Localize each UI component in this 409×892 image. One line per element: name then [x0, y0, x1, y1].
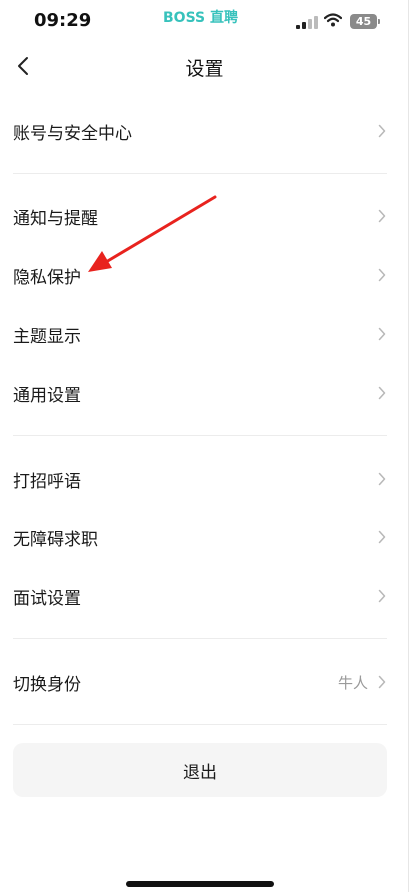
- row-label: 主题显示: [13, 326, 81, 347]
- nav-bar: 设置: [0, 44, 409, 88]
- current-identity-value: 牛人: [337, 673, 368, 692]
- page-title: 设置: [185, 58, 224, 80]
- home-indicator[interactable]: [126, 881, 274, 887]
- row-label: 无障碍求职: [13, 529, 98, 550]
- status-bar: 09:29 BOSS 直聘 45: [0, 0, 409, 44]
- status-time: 09:29: [34, 10, 92, 31]
- battery-icon: 45: [350, 14, 377, 29]
- chevron-right-icon: [378, 589, 386, 603]
- wifi-icon: [324, 13, 342, 27]
- row-label: 面试设置: [13, 588, 81, 609]
- chevron-right-icon: [378, 327, 386, 341]
- settings-row-theme[interactable]: 主题显示: [0, 305, 400, 363]
- settings-row-accessibility[interactable]: 无障碍求职: [0, 508, 400, 566]
- chevron-right-icon: [378, 530, 386, 544]
- section-divider: [13, 435, 387, 436]
- section-divider: [13, 173, 387, 174]
- settings-row-switch-identity[interactable]: 切换身份 牛人: [0, 653, 400, 711]
- section-divider: [13, 724, 387, 725]
- settings-row-greetings[interactable]: 打招呼语: [0, 450, 400, 508]
- row-label: 隐私保护: [13, 267, 81, 288]
- row-label: 切换身份: [13, 674, 81, 695]
- app-brand-label: BOSS 直聘: [163, 10, 238, 26]
- battery-tip: [378, 19, 380, 24]
- chevron-right-icon: [378, 124, 386, 138]
- section-divider: [13, 638, 387, 639]
- row-label: 通用设置: [13, 385, 81, 406]
- settings-row-interview[interactable]: 面试设置: [0, 567, 400, 625]
- chevron-right-icon: [378, 472, 386, 486]
- battery-level: 45: [355, 15, 372, 28]
- chevron-right-icon: [378, 386, 386, 400]
- settings-row-account-security[interactable]: 账号与安全中心: [0, 102, 400, 160]
- row-label: 通知与提醒: [13, 208, 98, 229]
- settings-row-notifications[interactable]: 通知与提醒: [0, 187, 400, 245]
- chevron-right-icon: [378, 675, 386, 689]
- chevron-right-icon: [378, 268, 386, 282]
- signal-icon: [296, 15, 318, 29]
- settings-row-privacy[interactable]: 隐私保护: [0, 246, 400, 304]
- logout-button[interactable]: 退出: [13, 743, 387, 797]
- settings-row-general[interactable]: 通用设置: [0, 364, 400, 422]
- row-label: 账号与安全中心: [13, 123, 132, 144]
- chevron-right-icon: [378, 209, 386, 223]
- row-label: 打招呼语: [13, 471, 81, 492]
